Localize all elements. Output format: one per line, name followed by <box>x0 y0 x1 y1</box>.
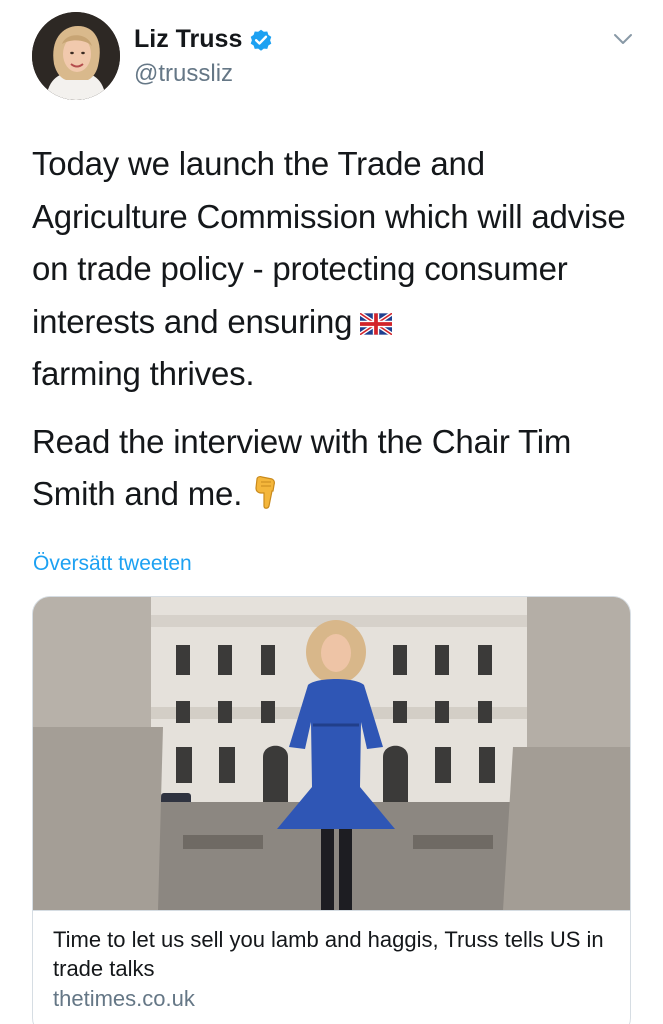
link-card-domain: thetimes.co.uk <box>53 986 195 1011</box>
avatar[interactable] <box>32 12 120 100</box>
link-card-title[interactable]: Time to let us sell you lamb and haggis,… <box>53 925 612 983</box>
verified-badge-icon <box>251 29 272 51</box>
translate-tweet-link[interactable]: Översätt tweeten <box>33 552 192 576</box>
link-card-body[interactable]: Time to let us sell you lamb and haggis,… <box>33 910 630 1024</box>
tweet-text-part: Read the interview with the Chair Tim Sm… <box>32 422 572 513</box>
author-display-name[interactable]: Liz Truss <box>134 25 242 54</box>
tweet-paragraph: Today we launch the Trade and Agricultur… <box>32 138 642 401</box>
tweet-text-part: farming thrives. <box>32 355 255 392</box>
pointing-down-icon <box>255 476 276 509</box>
link-card[interactable]: Time to let us sell you lamb and haggis,… <box>32 596 631 1024</box>
tweet-text: Today we launch the Trade and Agricultur… <box>32 138 642 521</box>
uk-flag-icon <box>360 312 393 335</box>
profile-photo-icon <box>32 12 120 100</box>
tweet-paragraph: Read the interview with the Chair Tim Sm… <box>32 416 642 521</box>
tweet-text-part: Today we launch the Trade and Agricultur… <box>32 145 626 340</box>
tweet-header: Liz Truss @trussliz <box>0 0 663 110</box>
chevron-down-icon[interactable] <box>610 26 636 52</box>
link-card-image[interactable] <box>33 597 630 910</box>
author-name-row[interactable]: Liz Truss <box>134 25 274 54</box>
author-handle[interactable]: @trussliz <box>134 60 233 88</box>
article-photo-icon <box>33 597 630 910</box>
